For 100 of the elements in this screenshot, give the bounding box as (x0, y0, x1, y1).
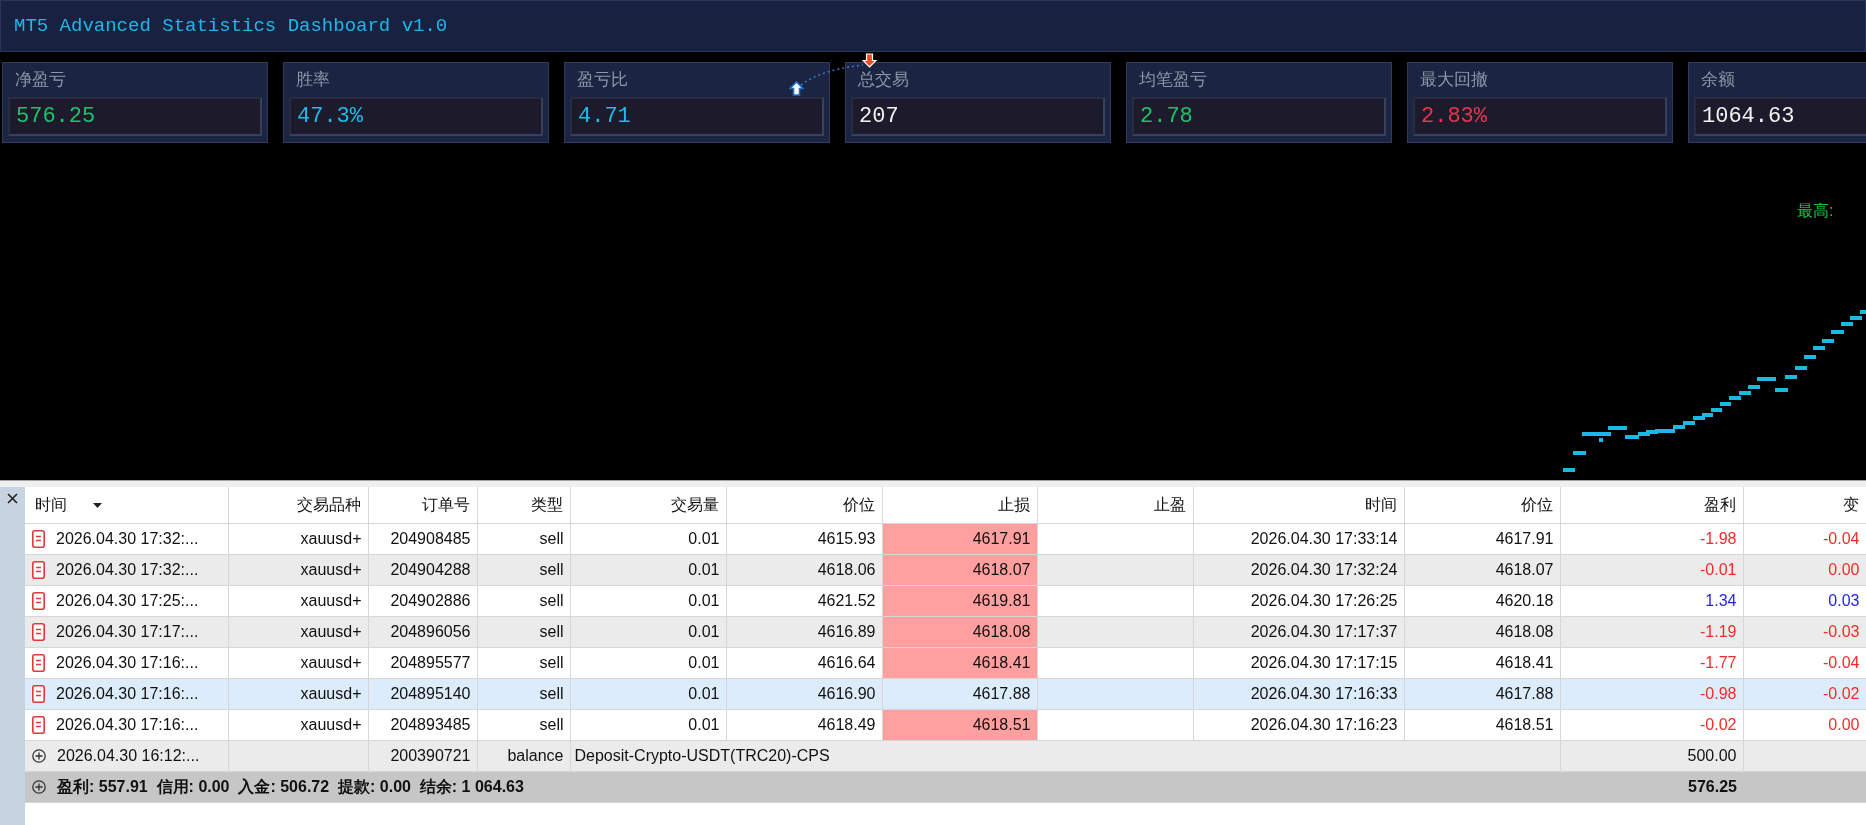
table-cell: -0.04 (1743, 523, 1866, 554)
table-cell: 0.01 (570, 678, 726, 709)
table-cell: sell (477, 678, 570, 709)
table-cell: 2026.04.30 17:17:37 (1193, 616, 1404, 647)
document-icon (32, 685, 45, 704)
table-cell: -0.98 (1560, 678, 1743, 709)
close-icon[interactable] (7, 493, 18, 504)
column-header[interactable]: 类型 (477, 487, 570, 523)
table-cell: 4620.18 (1404, 585, 1560, 616)
table-cell: 0.01 (570, 647, 726, 678)
column-header[interactable]: 订单号 (368, 487, 477, 523)
table-cell: xauusd+ (228, 647, 368, 678)
column-header[interactable]: 交易品种 (228, 487, 368, 523)
window-title: MT5 Advanced Statistics Dashboard v1.0 (14, 14, 448, 38)
table-cell: -0.04 (1743, 647, 1866, 678)
document-icon (32, 561, 45, 580)
table-cell: 204896056 (368, 616, 477, 647)
stat-value: 207 (851, 97, 1105, 136)
column-header[interactable]: 盈利 (1560, 487, 1743, 523)
stat-label: 余额 (1701, 69, 1735, 91)
table-row[interactable]: 2026.04.30 17:32:... xauusd+ 204904288 sell 0.01 4618.06 4618.07 2026.04.30 17:32:24 4618.07 -0.01 0.00 (25, 554, 1866, 585)
table-cell: -1.77 (1560, 647, 1743, 678)
up-arrow-icon (789, 81, 804, 96)
table-cell: 500.00 (1560, 740, 1743, 771)
down-arrow-icon (862, 53, 877, 68)
table-cell: 4615.93 (726, 523, 882, 554)
column-header[interactable]: 交易量 (570, 487, 726, 523)
table-cell: sell (477, 647, 570, 678)
column-header[interactable]: 变 (1743, 487, 1866, 523)
table-cell: sell (477, 709, 570, 740)
table-cell: Deposit-Crypto-USDT(TRC20)-CPS (570, 740, 1560, 771)
table-row[interactable]: 2026.04.30 17:17:... xauusd+ 204896056 sell 0.01 4616.89 4618.08 2026.04.30 17:17:37 4618.08 -1.19 -0.03 (25, 616, 1866, 647)
table-cell: 204895577 (368, 647, 477, 678)
table-row[interactable]: 2026.04.30 17:25:... xauusd+ 204902886 sell 0.01 4621.52 4619.81 2026.04.30 17:26:25 4620.18 1.34 0.03 (25, 585, 1866, 616)
table-cell: 2026.04.30 17:32:24 (1193, 554, 1404, 585)
table-cell: 2026.04.30 17:16:... (56, 653, 199, 671)
column-header[interactable]: 价位 (1404, 487, 1560, 523)
table-cell: 2026.04.30 17:16:... (56, 684, 199, 702)
table-cell: 4619.81 (882, 585, 1037, 616)
table-cell: 0.01 (570, 585, 726, 616)
table-cell: 4618.41 (1404, 647, 1560, 678)
document-icon (32, 623, 45, 642)
table-row[interactable]: 2026.04.30 17:16:... xauusd+ 204895577 sell 0.01 4616.64 4618.41 2026.04.30 17:17:15 4618.41 -1.77 -0.04 (25, 647, 1866, 678)
table-cell: 576.25 (1560, 771, 1743, 802)
table-cell: 0.00 (1743, 554, 1866, 585)
table-cell: sell (477, 616, 570, 647)
stat-label: 净盈亏 (15, 69, 66, 91)
table-cell: 4618.41 (882, 647, 1037, 678)
table-cell: xauusd+ (228, 709, 368, 740)
table-cell: 4618.08 (882, 616, 1037, 647)
column-header[interactable]: 价位 (726, 487, 882, 523)
table-cell: 2026.04.30 17:16:23 (1193, 709, 1404, 740)
column-header[interactable]: 止损 (882, 487, 1037, 523)
column-header[interactable]: 时间 (1193, 487, 1404, 523)
table-cell: 4617.91 (882, 523, 1037, 554)
table-cell: xauusd+ (228, 585, 368, 616)
stat-label: 胜率 (296, 69, 330, 91)
stat-label: 盈亏比 (577, 69, 628, 91)
table-row[interactable]: 2026.04.30 17:16:... xauusd+ 204895140 sell 0.01 4616.90 4617.88 2026.04.30 17:16:33 4617.88 -0.98 -0.02 (25, 678, 1866, 709)
table-cell: sell (477, 523, 570, 554)
table-cell: balance (477, 740, 570, 771)
table-cell: 0.01 (570, 523, 726, 554)
stat-value: 2.78 (1132, 97, 1386, 136)
table-cell: 2026.04.30 17:16:33 (1193, 678, 1404, 709)
table-cell: -0.01 (1560, 554, 1743, 585)
table-cell: 4618.08 (1404, 616, 1560, 647)
table-cell: 4618.06 (726, 554, 882, 585)
table-cell: 4617.88 (1404, 678, 1560, 709)
table-cell: 0.01 (570, 616, 726, 647)
summary-text: 盈利: 557.91 信用: 0.00 入金: 506.72 提款: 0.00 结余: 1 064.63 (57, 777, 524, 795)
stat-value: 576.25 (8, 97, 262, 136)
table-cell: xauusd+ (228, 616, 368, 647)
table-cell: 2026.04.30 16:12:... (57, 746, 200, 764)
table-cell: 2026.04.30 17:17:15 (1193, 647, 1404, 678)
table-cell: 2026.04.30 17:26:25 (1193, 585, 1404, 616)
document-icon (32, 592, 45, 611)
stat-value: 1064.63 (1694, 97, 1866, 136)
column-header[interactable]: 时间 (25, 487, 228, 523)
table-cell: 4616.64 (726, 647, 882, 678)
table-cell: -1.98 (1560, 523, 1743, 554)
column-header[interactable]: 止盈 (1037, 487, 1193, 523)
stat-label: 总交易 (858, 69, 909, 91)
table-row[interactable]: 2026.04.30 16:12:... 200390721 balance Deposit-Crypto-USDT(TRC20)-CPS 500.00 (25, 740, 1866, 771)
table-cell: 2026.04.30 17:16:... (56, 715, 199, 733)
plus-circle-icon (32, 780, 46, 795)
table-cell: -0.02 (1560, 709, 1743, 740)
table-cell: -0.03 (1743, 616, 1866, 647)
table-cell: xauusd+ (228, 554, 368, 585)
plus-circle-icon (32, 749, 46, 764)
table-cell: 0.01 (570, 709, 726, 740)
stat-value: 2.83% (1413, 97, 1667, 136)
table-cell: 4616.90 (726, 678, 882, 709)
table-cell: -1.19 (1560, 616, 1743, 647)
table-cell: 4618.07 (882, 554, 1037, 585)
stat-label: 均笔盈亏 (1139, 69, 1207, 91)
table-cell: 2026.04.30 17:33:14 (1193, 523, 1404, 554)
table-row[interactable]: 2026.04.30 17:16:... xauusd+ 204893485 sell 0.01 4618.49 4618.51 2026.04.30 17:16:23 4618.51 -0.02 0.00 (25, 709, 1866, 740)
table-row[interactable]: 2026.04.30 17:32:... xauusd+ 204908485 sell 0.01 4615.93 4617.91 2026.04.30 17:33:14 4617.91 -1.98 -0.04 (25, 523, 1866, 554)
table-cell: 4617.88 (882, 678, 1037, 709)
table-cell: 4618.51 (882, 709, 1037, 740)
